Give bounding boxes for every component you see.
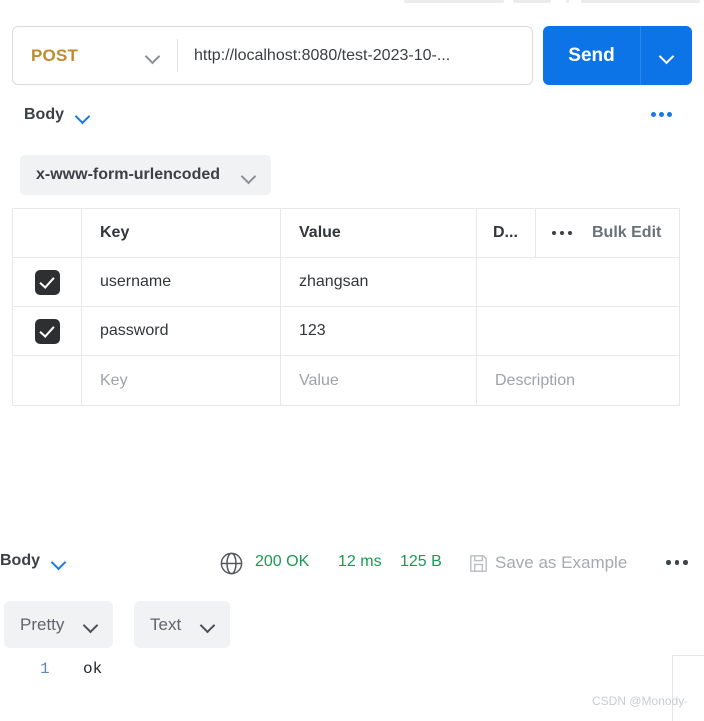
response-tab-body[interactable]: Body [0, 552, 65, 570]
response-size: 125 B [400, 553, 442, 570]
row-value-input[interactable]: zhangsan [281, 258, 477, 306]
http-method-label: POST [31, 45, 79, 65]
body-encoding-selector[interactable]: x-www-form-urlencoded [20, 155, 272, 195]
chevron-down-icon [84, 618, 97, 631]
save-as-example-button[interactable]: Save as Example [495, 553, 627, 573]
response-language-label: Text [150, 614, 182, 634]
row-key-text: password [100, 322, 169, 339]
row-key-input[interactable]: username [82, 258, 281, 306]
row-key-text: username [100, 273, 172, 290]
send-options-button[interactable] [641, 49, 692, 62]
row-enabled-checkbox[interactable] [34, 318, 60, 344]
header-key: Key [82, 209, 281, 257]
table-row: password 123 [13, 307, 679, 356]
response-body-text: ok [83, 660, 103, 678]
row-description-input[interactable] [477, 307, 679, 355]
globe-icon[interactable] [218, 550, 245, 577]
response-viewer-toolbar: Pretty Text [0, 601, 704, 648]
row-value-text: zhangsan [299, 273, 369, 290]
request-url-input[interactable]: http://localhost:8080/test-2023-10-... [178, 27, 532, 84]
row-key-input[interactable]: password [82, 307, 281, 355]
new-row-value-placeholder: Value [299, 371, 339, 389]
request-url-bar: POST http://localhost:8080/test-2023-10-… [12, 26, 533, 85]
response-format-selector[interactable]: Pretty [4, 601, 114, 648]
response-body-viewer[interactable]: 1 ok [0, 655, 704, 721]
send-button[interactable]: Send [543, 45, 640, 67]
response-format-label: Pretty [20, 614, 65, 634]
new-row-checkbox-cell [13, 356, 82, 405]
new-row-key-placeholder: Key [100, 371, 128, 389]
response-more-options-button[interactable] [666, 560, 688, 565]
row-checkbox-cell [13, 307, 82, 355]
header-checkbox-cell [13, 209, 82, 257]
new-row-description-input[interactable]: Description [477, 356, 679, 405]
response-status-bar: Body 200 OK 12 ms 125 B Save as Example [0, 548, 704, 586]
chevron-down-icon [201, 618, 214, 631]
line-number: 1 [40, 660, 50, 678]
response-tab-label: Body [0, 552, 40, 569]
header-value: Value [281, 209, 477, 257]
minimap-border [672, 655, 673, 721]
header-tools-cell: D... Bulk Edit [477, 208, 679, 258]
minimap-border [672, 655, 704, 656]
new-row-description-placeholder: Description [495, 371, 576, 389]
request-more-options-button[interactable] [651, 112, 672, 117]
response-status-code: 200 OK [255, 553, 310, 570]
row-checkbox-cell [13, 258, 82, 306]
chevron-down-icon [146, 49, 159, 62]
chevron-down-icon [660, 49, 673, 62]
tab-body[interactable]: Body [24, 106, 89, 124]
row-description-input[interactable] [477, 258, 679, 306]
response-language-selector[interactable]: Text [134, 601, 231, 648]
body-params-table: Key Value D... Bulk Edit username zhangs… [12, 208, 680, 406]
new-row-value-input[interactable]: Value [281, 356, 477, 405]
send-button-group: Send [543, 26, 692, 85]
http-method-selector[interactable]: POST [13, 27, 177, 84]
response-time: 12 ms [338, 553, 382, 570]
postman-request-response-panel: POST http://localhost:8080/test-2023-10-… [0, 0, 704, 721]
row-value-input[interactable]: 123 [281, 307, 477, 355]
request-tabs-row: Body [0, 106, 704, 136]
table-new-row: Key Value Description [13, 356, 679, 405]
new-row-key-input[interactable]: Key [82, 356, 281, 405]
ghost-strip [513, 0, 551, 3]
save-disk-icon[interactable] [467, 552, 490, 575]
ghost-strip [404, 0, 504, 3]
ghost-strip [581, 0, 700, 3]
tab-body-label: Body [24, 106, 64, 123]
chevron-down-icon [76, 109, 89, 122]
table-tools: Bulk Edit [536, 224, 679, 242]
bulk-edit-button[interactable]: Bulk Edit [592, 224, 661, 242]
row-value-text: 123 [299, 322, 326, 339]
chevron-down-icon [52, 555, 65, 568]
table-header-row: Key Value D... Bulk Edit [13, 208, 679, 258]
row-enabled-checkbox[interactable] [34, 269, 60, 295]
watermark: CSDN @Monody· [592, 694, 689, 708]
chevron-down-icon [242, 169, 255, 182]
ghost-strip [566, 0, 569, 3]
body-encoding-label: x-www-form-urlencoded [36, 166, 221, 183]
table-row: username zhangsan [13, 258, 679, 307]
table-more-options-button[interactable] [552, 231, 572, 235]
header-description: D... [493, 224, 518, 241]
